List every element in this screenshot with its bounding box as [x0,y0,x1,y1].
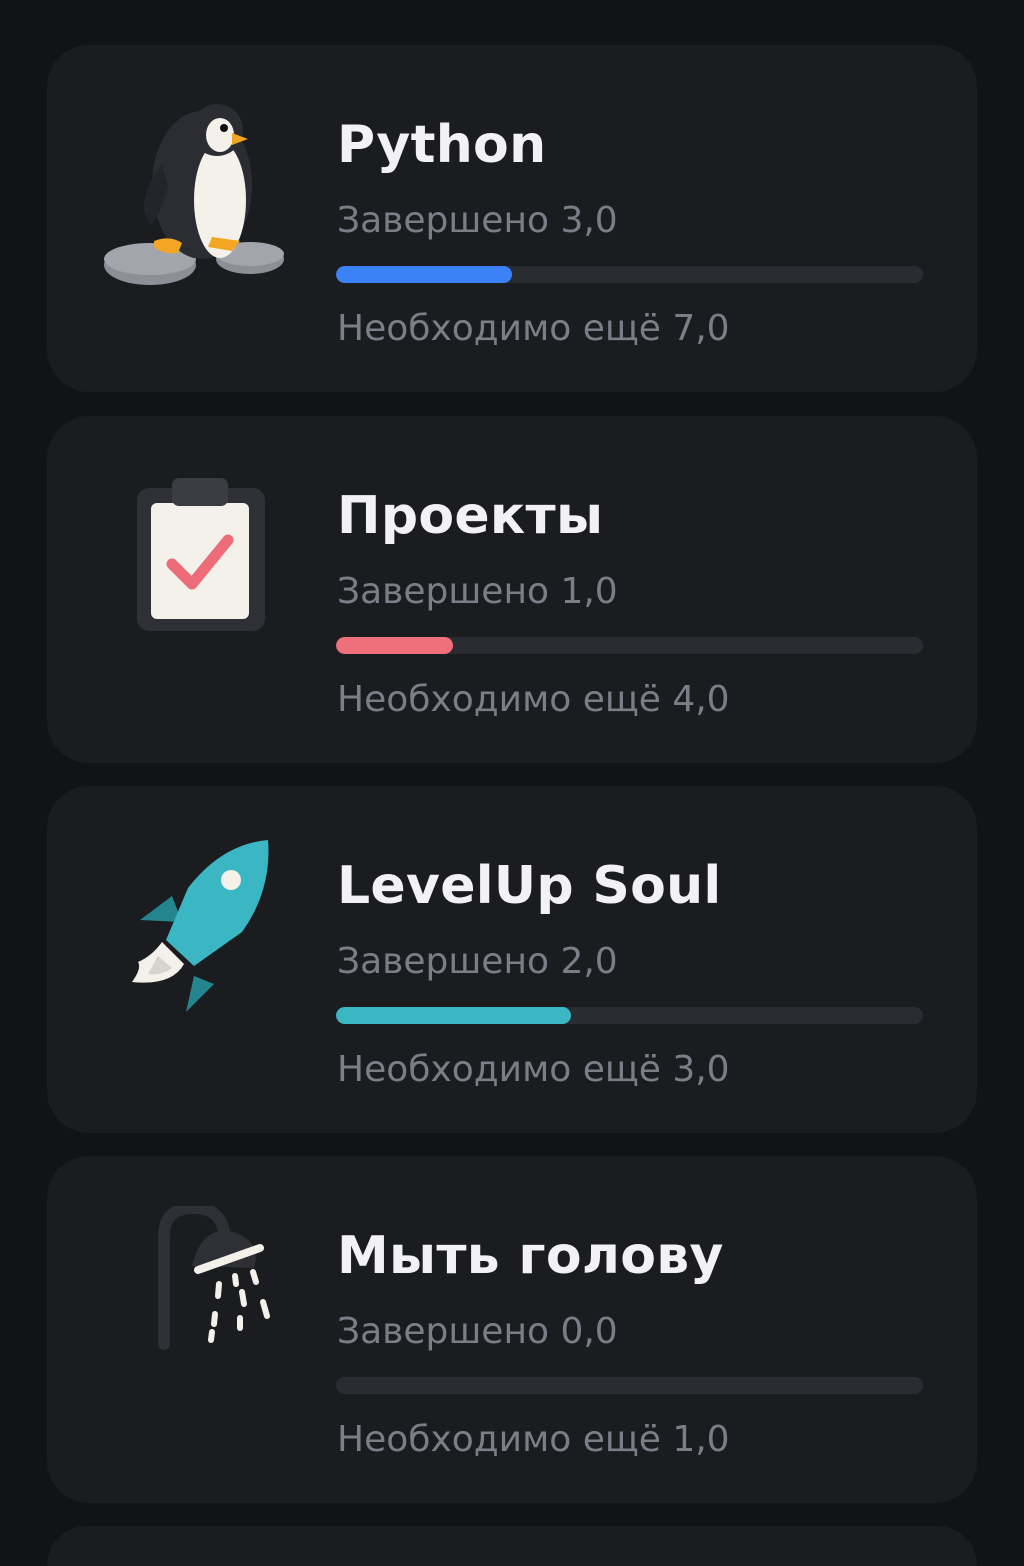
goal-completed: Завершено 3,0 [337,200,618,241]
goal-card-wash-hair[interactable]: Мыть голову Завершено 0,0 Необходимо ещё… [47,1156,977,1503]
progress-bar [336,266,923,283]
rocket-icon [102,836,292,1036]
goal-title: Python [337,115,547,175]
progress-bar [336,1377,923,1394]
goal-card-python[interactable]: Python Завершено 3,0 Необходимо ещё 7,0 [47,45,977,392]
goal-card-projects[interactable]: Проекты Завершено 1,0 Необходимо ещё 4,0 [47,416,977,763]
goal-remaining: Необходимо ещё 4,0 [337,679,730,720]
progress-fill [336,637,454,654]
goal-completed: Завершено 1,0 [337,571,618,612]
goal-title: Проекты [337,486,604,546]
clipboard-check-icon [102,466,292,666]
goal-completed: Завершено 2,0 [337,941,618,982]
goal-remaining: Необходимо ещё 7,0 [337,308,730,349]
goal-title: LevelUp Soul [337,856,722,916]
progress-fill [336,266,513,283]
goal-completed: Завершено 0,0 [337,1311,618,1352]
penguin-icon [102,95,292,295]
goal-remaining: Необходимо ещё 3,0 [337,1049,730,1090]
goals-list: Python Завершено 3,0 Необходимо ещё 7,0 … [0,0,1024,1566]
shower-icon [102,1206,292,1406]
goal-card-levelup-soul[interactable]: LevelUp Soul Завершено 2,0 Необходимо ещ… [47,786,977,1133]
goal-card-next[interactable] [47,1526,977,1566]
progress-fill [336,1007,571,1024]
progress-bar [336,1007,923,1024]
progress-bar [336,637,923,654]
goal-remaining: Необходимо ещё 1,0 [337,1419,730,1460]
goal-title: Мыть голову [337,1226,724,1286]
